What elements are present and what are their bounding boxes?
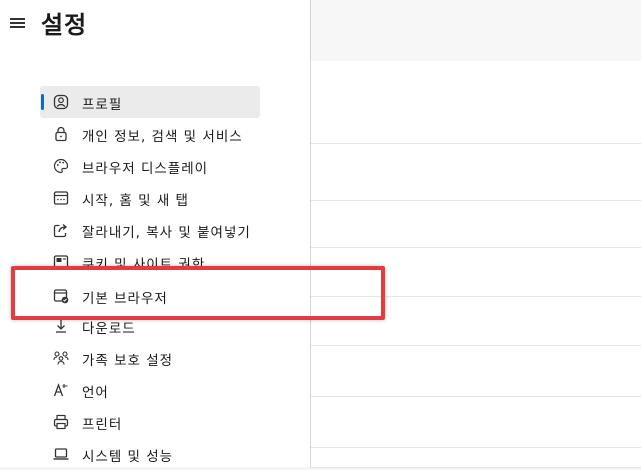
sidebar-item-system[interactable]: 시스템 및 성능 [40, 438, 260, 470]
content-card [310, 397, 641, 448]
sidebar-item-label: 프린터 [82, 417, 123, 433]
content-card [310, 346, 641, 397]
printer-icon [53, 414, 69, 430]
laptop-icon [53, 448, 69, 460]
hamburger-menu-icon[interactable] [10, 17, 26, 29]
sidebar-item-label: 브라우저 디스플레이 [82, 161, 209, 177]
selection-indicator [41, 94, 44, 110]
sidebar-item-privacy[interactable]: 개인 정보, 검색 및 서비스 [40, 118, 260, 150]
share-icon [53, 224, 68, 238]
sidebar-item-label: 프로필 [82, 97, 123, 113]
sidebar-item-label: 언어 [82, 385, 109, 401]
family-icon [53, 351, 69, 365]
sidebar-item-label: 가족 보호 설정 [82, 353, 174, 369]
settings-sidebar: 설정 프로필 개인 정보, 검색 및 서비스 브라우저 디스플레이 시작, 홈 … [0, 0, 311, 467]
settings-content-pane [310, 0, 641, 468]
content-card [310, 61, 641, 144]
sidebar-item-family[interactable]: 가족 보호 설정 [40, 342, 260, 374]
content-card [310, 448, 641, 468]
content-header [310, 0, 641, 62]
highlight-annotation-box [11, 266, 385, 320]
sidebar-item-printers[interactable]: 프린터 [40, 406, 260, 438]
sidebar-item-languages[interactable]: 언어 [40, 374, 260, 406]
sidebar-item-share-copy-paste[interactable]: 잘라내기, 복사 및 붙여넣기 [40, 214, 260, 246]
language-icon [53, 383, 68, 397]
sidebar-item-profile[interactable]: 프로필 [40, 86, 260, 118]
sidebar-item-appearance[interactable]: 브라우저 디스플레이 [40, 150, 260, 182]
sidebar-item-label: 다운로드 [82, 321, 136, 337]
sidebar-item-label: 시스템 및 성능 [82, 449, 174, 465]
sidebar-item-label: 개인 정보, 검색 및 서비스 [82, 129, 243, 145]
page-title: 설정 [41, 11, 88, 39]
sidebar-item-start-home[interactable]: 시작, 홈 및 새 탭 [40, 182, 260, 214]
content-card [310, 144, 641, 201]
sidebar-item-label: 잘라내기, 복사 및 붙여넣기 [82, 225, 251, 241]
palette-icon [53, 158, 69, 174]
lock-icon [55, 126, 67, 142]
content-card [310, 201, 641, 248]
sidebar-item-label: 시작, 홈 및 새 탭 [82, 193, 189, 209]
start-page-icon [53, 191, 69, 205]
profile-icon [53, 94, 69, 110]
